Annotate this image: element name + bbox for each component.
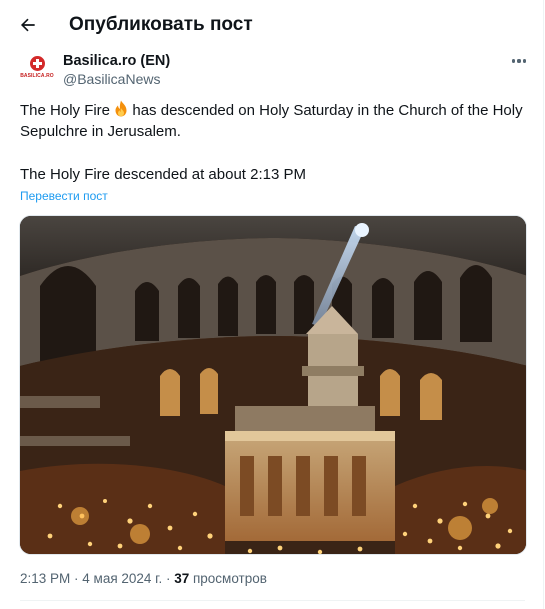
more-dots-icon <box>512 59 516 63</box>
page-title: Опубликовать пост <box>69 14 253 35</box>
fire-icon <box>115 100 127 117</box>
post-time[interactable]: 2:13 PM <box>20 571 70 586</box>
page-header: Опубликовать пост <box>0 0 543 50</box>
post-page: Опубликовать пост BASILICA.RO Basilica.r… <box>0 0 544 609</box>
arrow-left-icon <box>20 18 35 32</box>
post-text: The Holy Fire has descended on Holy Satu… <box>20 100 525 185</box>
meta-separator: · <box>162 571 175 586</box>
post-meta: 2:13 PM · 4 мая 2024 г. · 37 просмотров <box>20 570 267 588</box>
post-paragraph-1: The Holy Fire has descended on Holy Satu… <box>20 100 525 142</box>
post-date[interactable]: 4 мая 2024 г. <box>82 571 162 586</box>
divider <box>20 600 525 601</box>
author-handle[interactable]: @BasilicaNews <box>63 70 160 88</box>
views-label: просмотров <box>189 571 267 586</box>
church-interior-photo <box>20 216 526 554</box>
more-options-button[interactable] <box>505 50 533 72</box>
avatar[interactable]: BASILICA.RO <box>20 50 54 84</box>
more-dot <box>517 59 521 63</box>
more-dot <box>522 59 526 63</box>
author-name[interactable]: Basilica.ro (EN) <box>63 52 170 70</box>
post-text-part: The Holy Fire <box>20 102 115 119</box>
post-paragraph-2: The Holy Fire descended at about 2:13 PM <box>20 166 306 183</box>
avatar-logo-text: BASILICA.RO <box>20 72 54 79</box>
back-button[interactable] <box>14 11 42 39</box>
views-count: 37 <box>174 571 190 586</box>
translate-post-link[interactable]: Перевести пост <box>20 189 108 204</box>
meta-separator: · <box>70 571 83 586</box>
post-image[interactable] <box>19 215 527 555</box>
cross-logo-icon <box>29 55 45 71</box>
